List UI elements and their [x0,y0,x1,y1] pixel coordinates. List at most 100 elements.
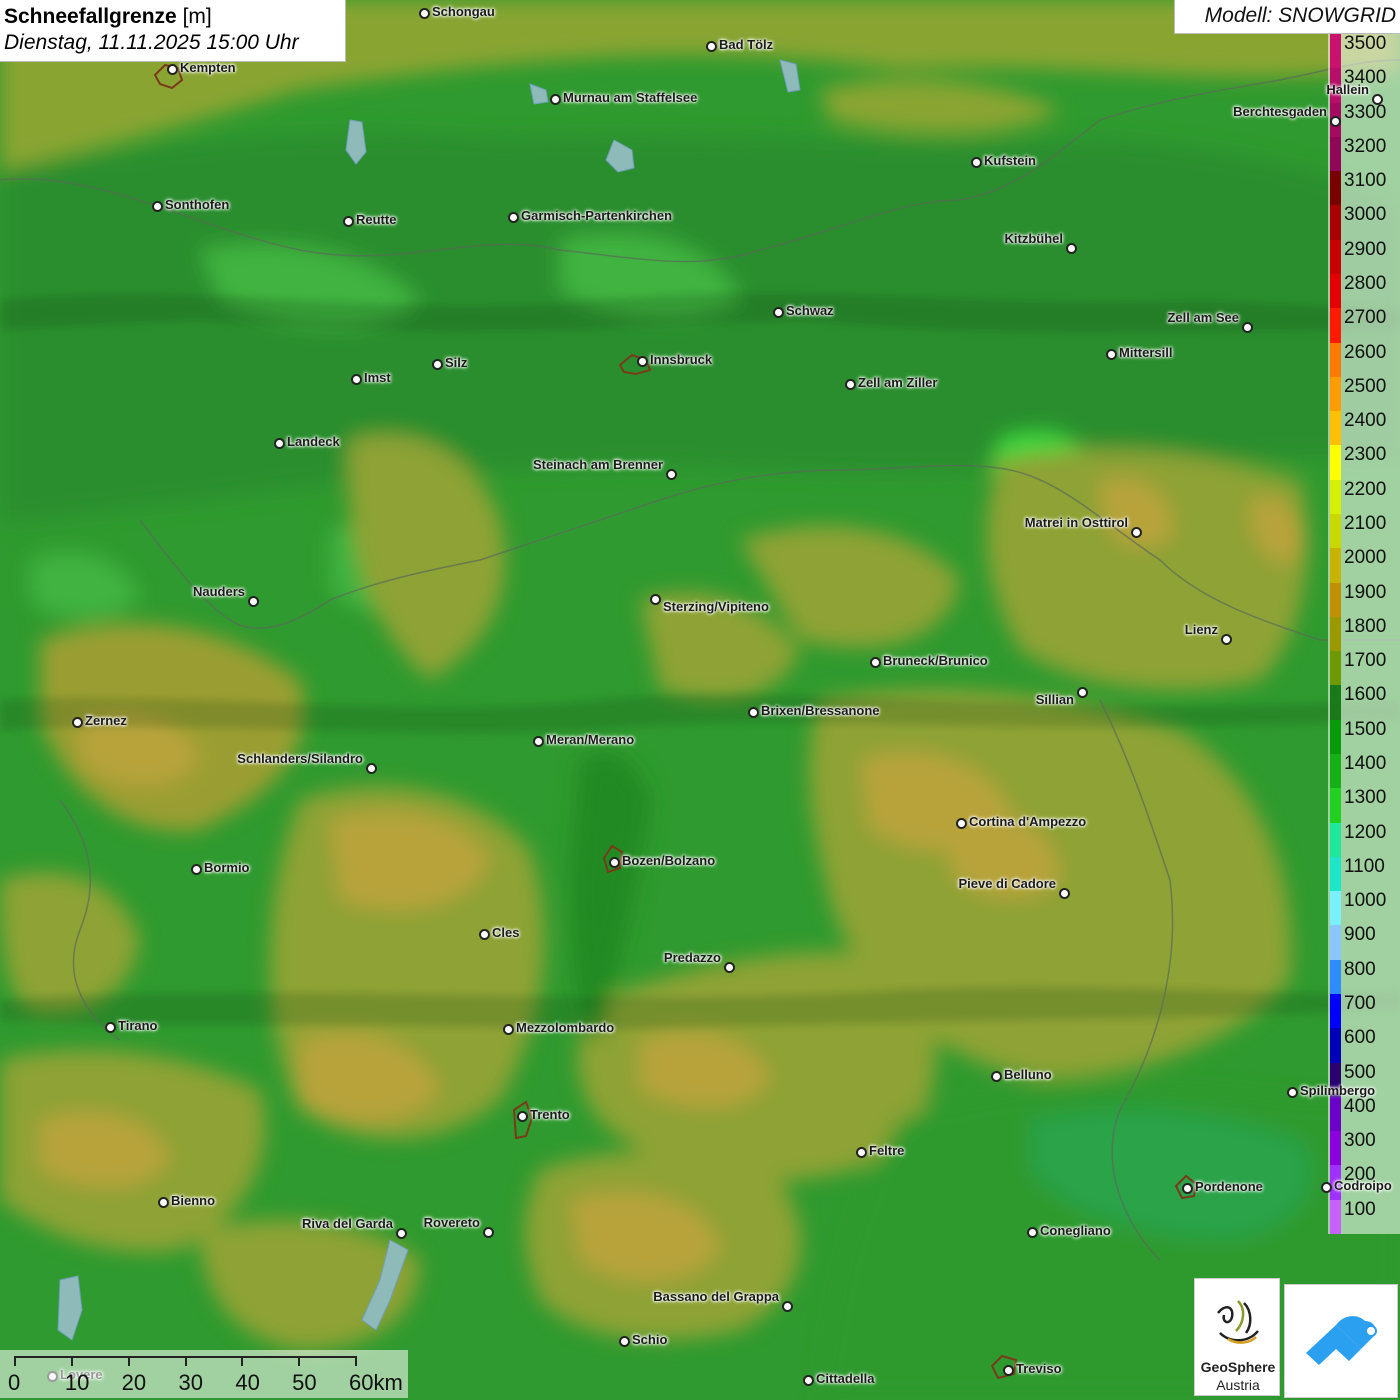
legend-swatch [1330,34,1341,69]
model-label: Modell: SNOWGRID [1174,0,1400,34]
mountain-cloud-icon [1306,1316,1377,1365]
legend-swatch [1330,479,1341,514]
legend-item: 3500 [1328,33,1400,69]
scale-tick [298,1356,301,1366]
legend-swatch [1330,205,1341,240]
legend-swatch [1330,754,1341,789]
legend-swatch [1330,994,1341,1029]
scale-label: 0 [8,1370,21,1395]
city-dot-icon [105,1022,116,1033]
city-dot-icon [1131,527,1142,538]
city-label: Mittersill [1119,345,1173,360]
legend-label: 100 [1344,1198,1376,1220]
legend-item: 300 [1328,1130,1400,1166]
scale-bar: 0 10 20 30 40 50 60km [0,1350,408,1398]
city-label: Landeck [287,434,340,449]
legend-label: 1100 [1344,855,1385,877]
city-dot-icon [1330,116,1341,127]
city-dot-icon [1182,1183,1193,1194]
legend-item: 3000 [1328,205,1400,240]
city-label: Sonthofen [165,197,230,212]
legend-item: 800 [1328,958,1400,994]
city-label: Sterzing/Vipiteno [663,599,769,614]
city-dot-icon [479,929,490,940]
legend-label: 1800 [1344,615,1387,637]
legend-label: 1400 [1344,753,1387,774]
city-dot-icon [432,359,443,370]
legend-item: 2100 [1328,513,1400,549]
legend-item: 600 [1328,1028,1400,1063]
city-dot-icon [366,763,377,774]
legend-item: 1900 [1328,582,1400,617]
city-label: Hallein [1326,82,1369,97]
geosphere-name: GeoSphere [1200,1359,1276,1375]
city-label: Tirano [118,1018,158,1033]
legend-label: 2300 [1344,444,1387,466]
geosphere-emblem-icon [1217,1300,1259,1344]
city-dot-icon [351,374,362,385]
legend-label: 300 [1344,1130,1376,1152]
city-label: Imst [364,370,391,385]
legend-swatch [1330,856,1341,892]
city-dot-icon [1221,634,1232,645]
city-label: Cles [492,925,520,940]
city-label: Schio [632,1332,668,1347]
legend-label: 1200 [1344,821,1387,843]
city-label: Bad Tölz [719,37,774,52]
legend-swatch [1330,376,1341,412]
scale-tick [241,1356,244,1366]
legend-swatch [1330,582,1341,617]
legend-label: 3500 [1344,33,1387,54]
city-dot-icon [1372,94,1383,105]
city-dot-icon [619,1336,630,1347]
legend-label: 2500 [1344,375,1387,397]
legend-label: 3100 [1344,170,1387,192]
city-dot-icon [191,864,202,875]
map-title: Schneefallgrenze [m] [4,4,341,30]
legend-swatch [1330,411,1341,446]
app-logo [1284,1284,1398,1398]
city-label: Bassano del Grappa [653,1289,779,1304]
legend-item: 1200 [1328,821,1400,857]
scale-label: 20 [121,1370,147,1395]
city-dot-icon [706,41,717,52]
legend-label: 2100 [1344,513,1387,534]
city-label: Bozen/Bolzano [622,853,716,868]
city-label: Reutte [356,212,397,227]
legend-label: 800 [1344,958,1376,980]
city-dot-icon [1059,888,1070,899]
legend-label: 2400 [1344,410,1387,432]
legend-swatch [1330,788,1341,823]
city-label: Feltre [869,1143,905,1158]
map-title-unit: [m] [182,5,212,28]
legend-swatch [1330,342,1341,377]
city-dot-icon [773,307,784,318]
legend-item: 1100 [1328,855,1400,892]
city-dot-icon [1066,243,1077,254]
legend-item: 2400 [1328,410,1400,446]
legend-swatch [1330,891,1341,926]
scale-tick [127,1356,130,1366]
legend-item: 400 [1328,1096,1400,1132]
city-label: Treviso [1016,1361,1062,1376]
legend-swatch [1330,548,1341,583]
legend-swatch [1330,1199,1341,1234]
city-label: Kitzbühel [1004,231,1064,246]
scale-tick [355,1356,357,1366]
legend-item: 2500 [1328,375,1400,412]
legend-swatch [1330,685,1341,720]
legend-item: 2200 [1328,479,1400,514]
legend-item: 900 [1328,925,1400,960]
legend-item: 2300 [1328,444,1400,480]
city-dot-icon [248,596,259,607]
city-label: Pordenone [1195,1179,1263,1194]
city-dot-icon [503,1024,514,1035]
map-datetime: Dienstag, 11.11.2025 15:00 Uhr [4,31,299,54]
city-dot-icon [1242,322,1253,333]
city-dot-icon [609,857,620,868]
city-dot-icon [870,657,881,668]
city-label: Riva del Garda [301,1216,393,1231]
legend-swatch [1330,1131,1341,1166]
city-label: Predazzo [663,950,721,965]
legend-label: 1700 [1344,650,1387,672]
